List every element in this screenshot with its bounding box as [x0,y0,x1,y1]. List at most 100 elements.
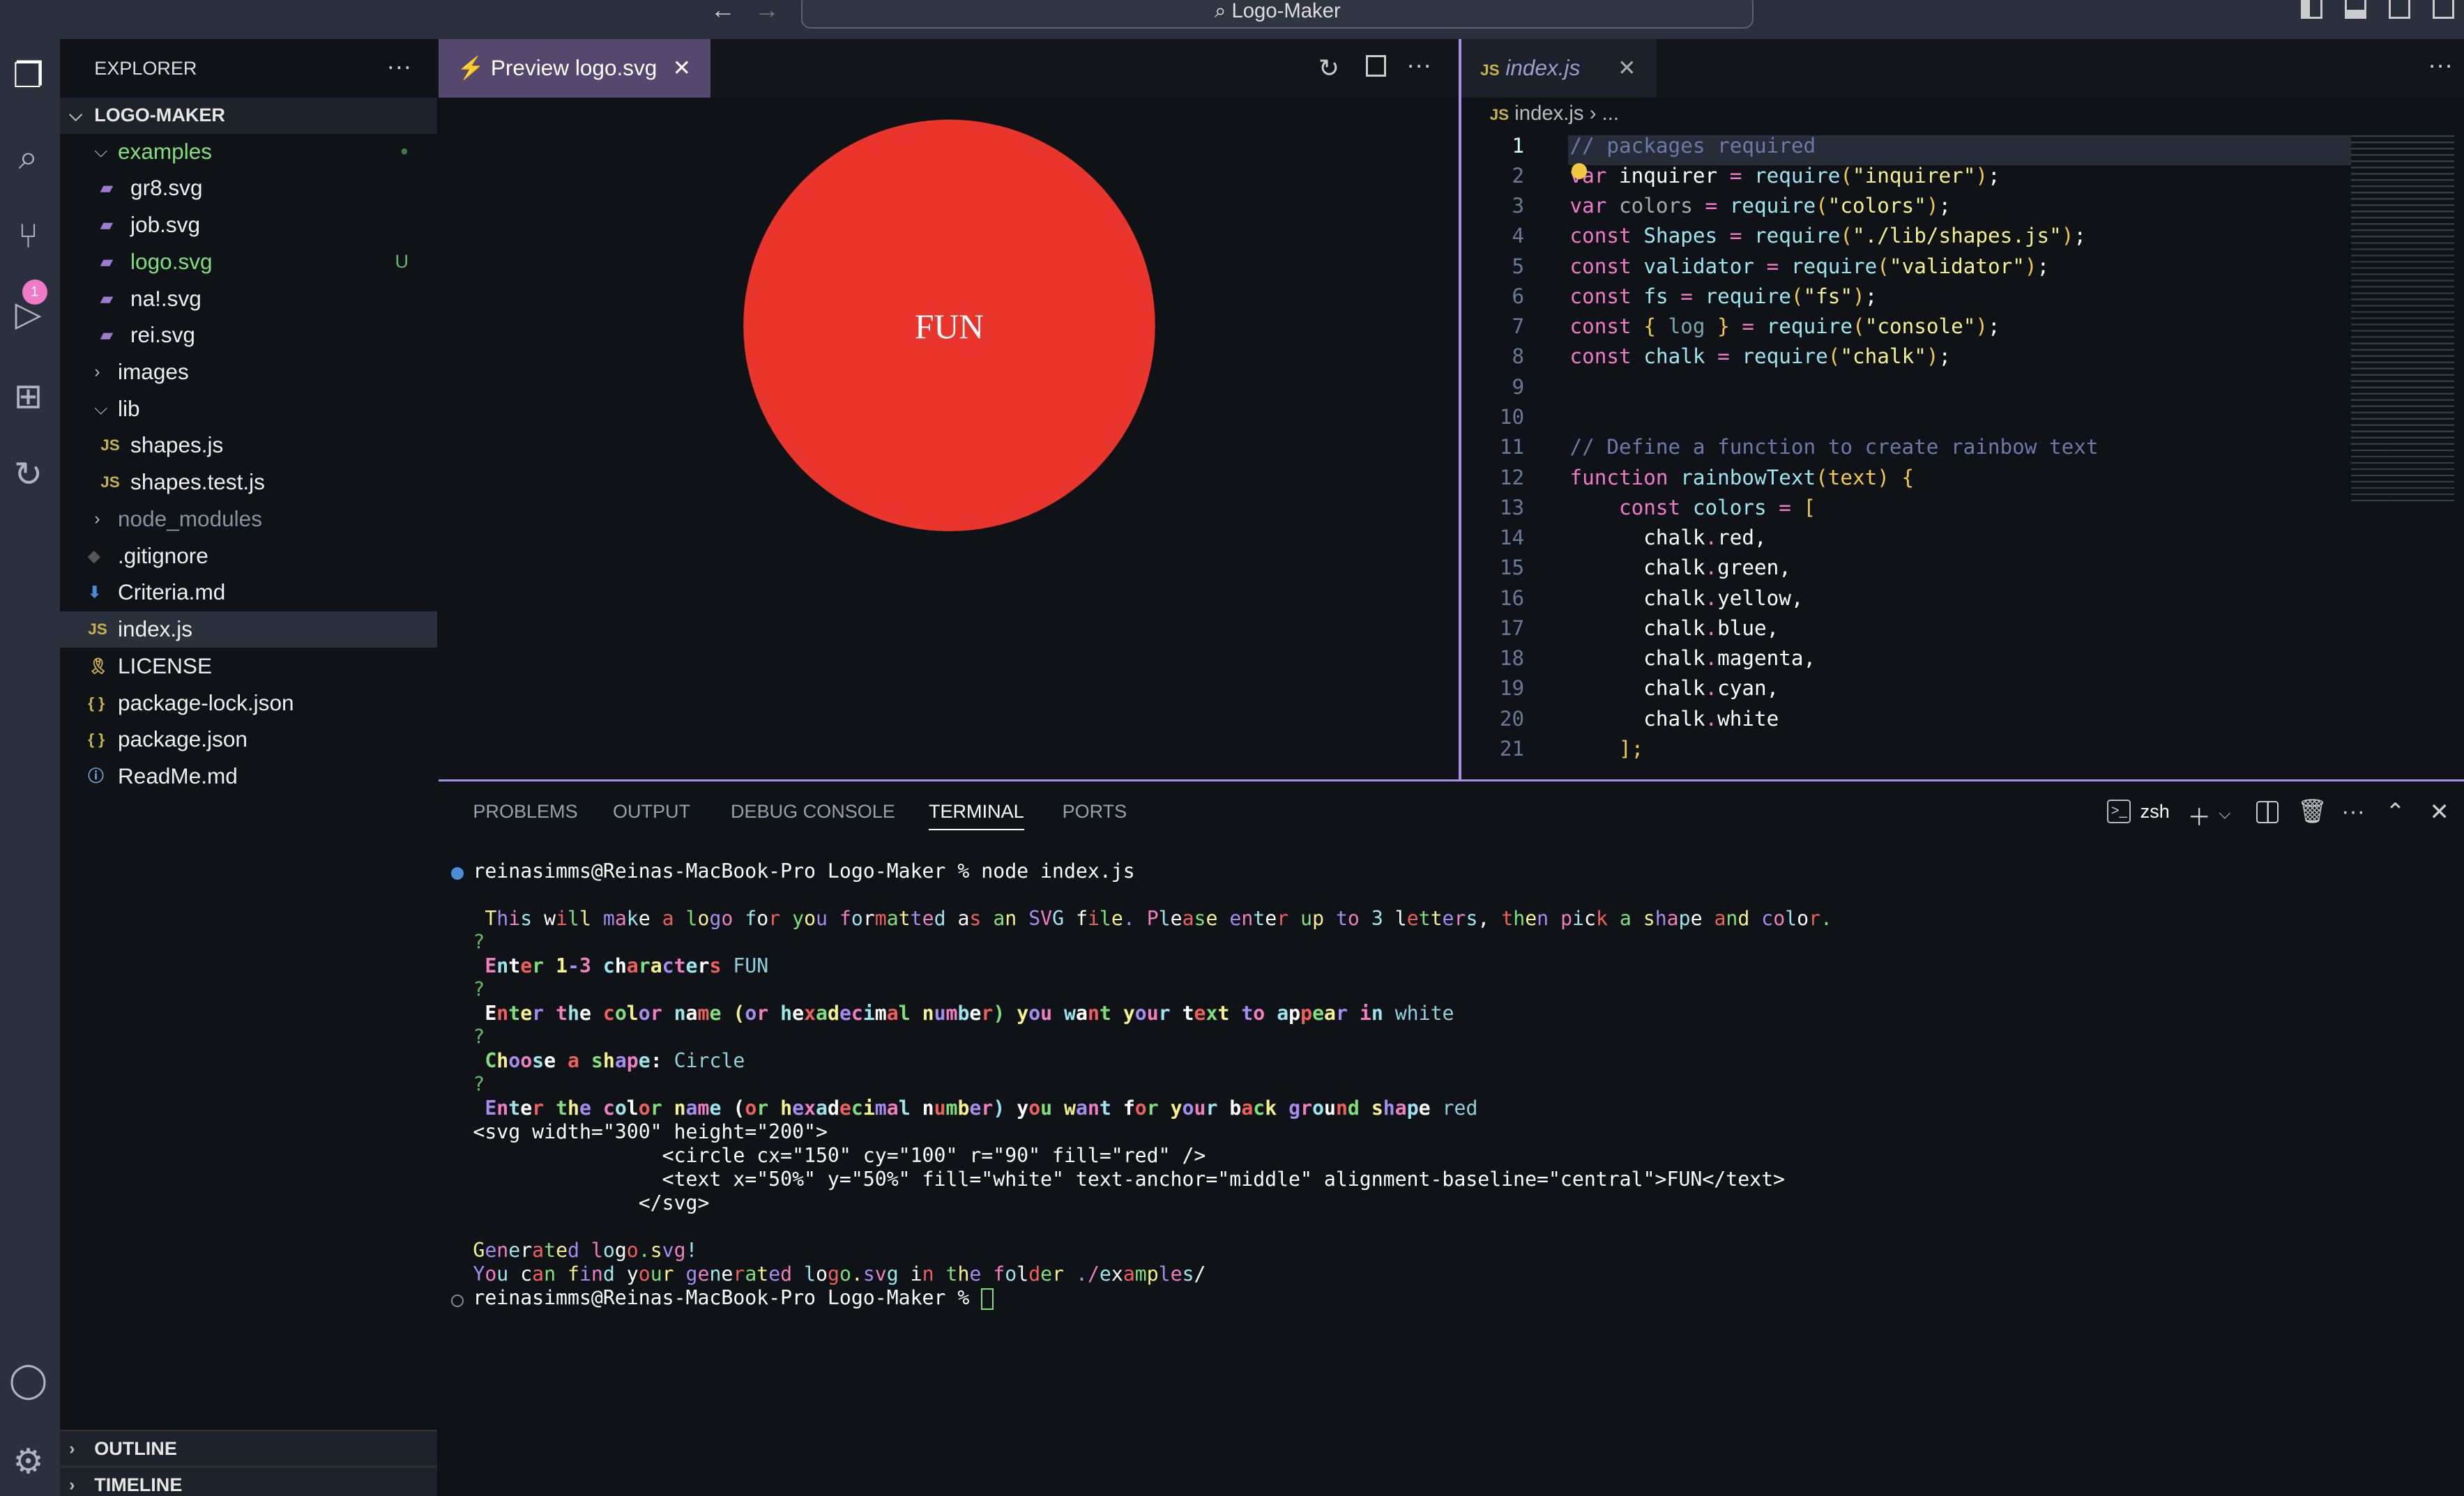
tree-item[interactable]: ⓘ ReadMe.md [60,758,437,795]
code-token: blue, [1717,616,1779,640]
code-token: cyan, [1717,676,1779,701]
timeline-section[interactable]: › TIMELINE [59,1465,437,1496]
close-icon[interactable]: ✕ [1618,55,1636,80]
code-line: chalk.green, [1570,556,1791,579]
breadcrumb-file[interactable]: index.js [1514,102,1583,125]
tree-item[interactable]: ▰ job.svg [60,207,437,243]
code-token: text [1827,465,1878,489]
split-editor-icon[interactable] [1365,54,1386,77]
json-file-icon: { } [88,694,105,712]
tree-item[interactable]: { } package-lock.json [60,685,437,722]
forward-arrow-icon[interactable]: → [754,0,779,24]
tree-item[interactable]: JS shapes.test.js [60,464,437,501]
more-actions-icon[interactable]: ··· [1406,50,1431,79]
tree-item[interactable]: ◆ .gitignore [60,538,437,574]
tree-item[interactable]: › node_modules [60,501,437,537]
tree-item-label: logo.svg [130,248,213,274]
account-icon[interactable]: ◯ [6,1359,50,1403]
tree-item-label: na!.svg [130,285,201,311]
maximize-panel-icon[interactable]: ⌃ [2385,798,2405,826]
refresh-icon[interactable]: ↻ [1318,54,1339,83]
code-token: ) [1877,465,1889,489]
tree-item[interactable]: 🎗 LICENSE [60,648,437,685]
toggle-panel-icon[interactable] [2344,0,2367,20]
chevron-down-icon: ⌵ [94,142,108,161]
line-number: 2 [1512,163,1525,188]
title-bar: ← → ⌕ Logo-Maker [0,0,2464,40]
tree-item[interactable]: ▰ na!.svg [60,281,437,317]
tree-item[interactable]: JS shapes.js [60,427,437,464]
terminal-shell-label[interactable]: zsh [2140,801,2170,823]
code-token: ) [1926,194,1939,218]
terminal-answer: white [1383,1002,1454,1025]
panel-tab-problems[interactable]: PROBLEMS [473,801,577,823]
tree-item[interactable]: ▰ logo.svg U [60,244,437,280]
tab-index-js[interactable]: JS index.js ✕ [1461,39,1657,98]
tree-item[interactable]: › images [60,354,437,390]
source-control-icon[interactable]: ⑂ [6,215,50,259]
code-line: // packages required [1570,134,1816,158]
code-token: ( [1827,344,1841,369]
trash-icon[interactable]: 🗑 [2297,798,2327,825]
code-token: magenta, [1717,646,1816,671]
tree-item[interactable]: ⬇ Criteria.md [60,574,437,611]
panel-tab-output[interactable]: OUTPUT [613,801,690,823]
settings-gear-icon[interactable]: ⚙ [6,1441,50,1485]
explorer-icon[interactable]: ❐ [6,55,50,99]
tree-item[interactable]: ⌵ examples ● [60,134,437,170]
terminal-text: <svg width="300" height="200"> [473,1120,828,1144]
code-token: ) [1853,284,1865,308]
terminal-line: ? [473,931,485,954]
line-number: 11 [1499,435,1525,459]
back-arrow-icon[interactable]: ← [710,0,736,24]
remote-explorer-icon[interactable]: ↻ [6,454,50,498]
license-file-icon: 🎗 [88,657,108,675]
timeline-label: TIMELINE [94,1474,183,1495]
terminal-line: Choose a shape: Circle [485,1049,745,1073]
panel-tab-terminal[interactable]: TERMINAL [928,801,1024,831]
close-panel-icon[interactable]: ✕ [2429,798,2449,826]
terminal-line: <circle cx="150" cy="100" r="90" fill="r… [473,1144,1206,1167]
more-actions-icon[interactable]: ··· [2428,50,2453,79]
search-icon[interactable]: ⌕ [6,137,50,181]
close-icon[interactable]: ✕ [673,55,691,80]
tree-item[interactable]: ▰ rei.svg [60,317,437,353]
code-token: "fs" [1803,284,1853,308]
panel-tab-ports[interactable]: PORTS [1063,801,1127,823]
toggle-sidebar-icon[interactable] [2300,0,2323,20]
split-terminal-icon[interactable] [2256,801,2279,823]
panel-tab-debug-console[interactable]: DEBUG CONSOLE [731,801,895,823]
extensions-icon[interactable]: ⊞ [6,376,50,420]
minimap[interactable] [2350,135,2455,505]
panel-divider[interactable] [438,779,2464,782]
code-token: } [1705,314,1742,339]
info-file-icon: ⓘ [88,768,104,786]
code-token: chalk [1569,706,1705,731]
terminal-line: ? [473,978,485,1001]
code-token: "chalk" [1840,344,1926,369]
run-debug-icon[interactable]: ▷ [6,293,50,337]
folder-root[interactable]: ⌵ LOGO-MAKER [59,97,437,134]
new-terminal-icon[interactable]: ＋ [2187,798,2211,832]
more-actions-icon[interactable]: ··· [386,52,411,81]
tree-item[interactable]: { } package.json [60,722,437,758]
toggle-secondary-sidebar-icon[interactable] [2388,0,2411,20]
command-center[interactable]: ⌕ Logo-Maker [801,0,1754,29]
terminal-line: <svg width="300" height="200"> [473,1120,828,1143]
tree-item[interactable]: ▰ gr8.svg [60,170,437,206]
breadcrumb-symbol[interactable]: ... [1602,102,1619,125]
outline-section[interactable]: › OUTLINE [59,1429,437,1466]
search-icon: ⌕ [1214,0,1232,22]
tree-item[interactable]: ⌵ lib [60,391,437,427]
customize-layout-icon[interactable] [2432,0,2455,20]
chevron-down-icon[interactable]: ⌵ [2219,804,2230,823]
code-token: "validator" [1889,254,2025,278]
code-token: log [1668,314,1705,339]
tab-preview-logo[interactable]: ⚡ Preview logo.svg ✕ [438,39,710,98]
lightbulb-icon[interactable] [1571,163,1588,179]
more-actions-icon[interactable]: ··· [2341,798,2365,825]
code-token: const [1569,224,1632,248]
tree-item[interactable]: JS index.js [59,611,437,648]
code-token: . [1705,706,1718,731]
code-token: // packages required [1569,133,1816,158]
